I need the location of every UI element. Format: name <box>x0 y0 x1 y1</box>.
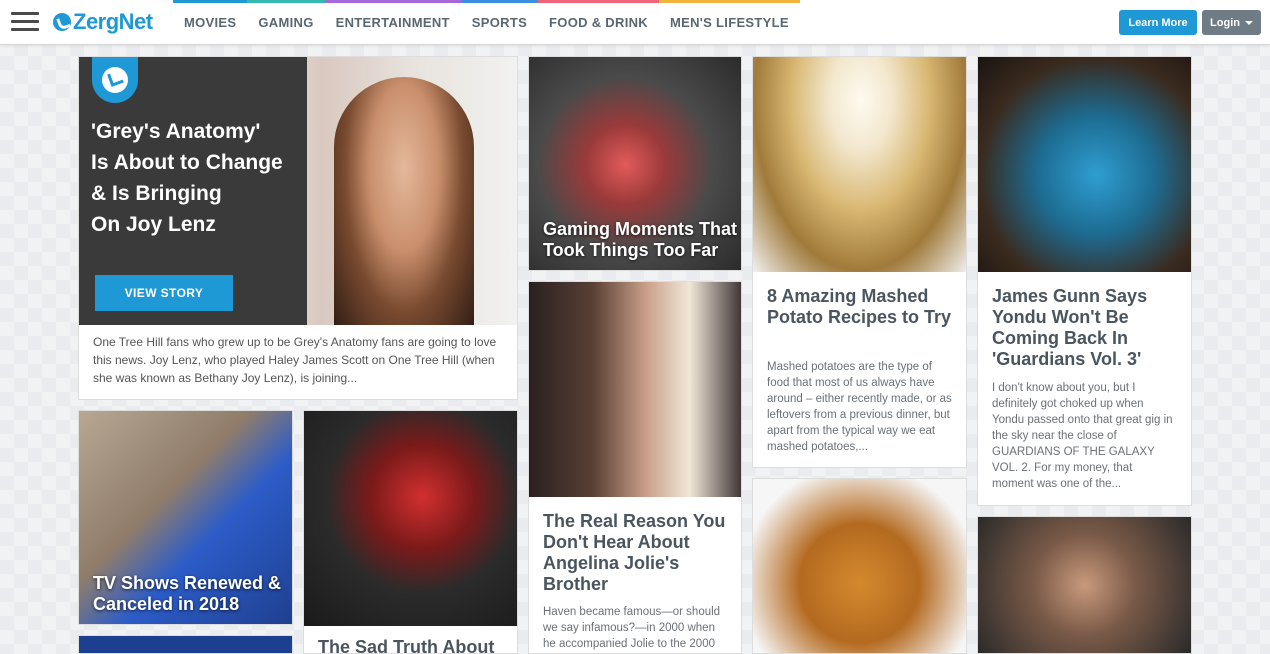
login-button[interactable]: Login <box>1202 10 1261 35</box>
gaming-card[interactable]: Gaming Moments That Took Things Too Far <box>528 56 742 271</box>
zergnet-logo-icon <box>53 13 71 31</box>
hero-title-panel: 'Grey's Anatomy' Is About to Change & Is… <box>79 57 307 325</box>
nav-label: MOVIES <box>184 15 237 30</box>
hero-title-line: Is About to Change <box>91 149 283 176</box>
learn-more-button[interactable]: Learn More <box>1119 10 1197 35</box>
tv-shows-title[interactable]: TV Shows Renewed & Canceled in 2018 <box>93 573 288 615</box>
switch-card[interactable]: The Sad Truth About <box>303 410 518 654</box>
switch-title[interactable]: The Sad Truth About <box>318 637 503 653</box>
yondu-card[interactable]: James Gunn Says Yondu Won't Be Coming Ba… <box>977 56 1192 506</box>
nav-color-bar <box>460 0 539 3</box>
hero-title-line: 'Grey's Anatomy' <box>91 118 261 145</box>
hero-person-graphic <box>334 77 474 325</box>
nav-label: GAMING <box>258 15 314 30</box>
potato-description: Mashed potatoes are the type of food tha… <box>767 361 952 453</box>
hero-title[interactable]: 'Grey's Anatomy' Is About to Change & Is… <box>91 116 311 240</box>
top-bar: ZergNet MOVIES GAMING ENTERTAINMENT SPORTS F… <box>0 0 1270 45</box>
yondu-image[interactable] <box>978 57 1191 272</box>
zergnet-logo[interactable]: ZergNet <box>53 9 153 35</box>
potato-image[interactable] <box>753 57 966 272</box>
login-label: Login <box>1210 16 1240 29</box>
angelina-description: Haven became famous—or should we say inf… <box>543 606 721 650</box>
nav-color-bar <box>173 0 248 3</box>
nav-item-food-drink[interactable]: FOOD & DRINK <box>538 0 659 44</box>
nav-label: MEN'S LIFESTYLE <box>669 15 789 30</box>
yondu-title[interactable]: James Gunn Says Yondu Won't Be Coming Ba… <box>992 286 1177 370</box>
gaming-title[interactable]: Gaming Moments That Took Things Too Far <box>543 219 738 261</box>
logo-text: ZergNet <box>73 9 153 34</box>
hero-card[interactable]: 'Grey's Anatomy' Is About to Change & Is… <box>78 56 518 400</box>
nav-item-movies[interactable]: MOVIES <box>173 0 248 44</box>
hero-title-line: & Is Bringing <box>91 180 222 207</box>
nav-item-gaming[interactable]: GAMING <box>247 0 325 44</box>
nav-color-bar <box>538 0 659 3</box>
chevron-down-icon <box>1244 20 1253 25</box>
zergnet-badge-icon <box>92 57 138 103</box>
nav-label: SPORTS <box>471 15 528 30</box>
menu-icon[interactable] <box>11 12 39 32</box>
nav-item-men-s-lifestyle[interactable]: MEN'S LIFESTYLE <box>658 0 800 44</box>
nav-color-bar <box>658 0 800 3</box>
potato-card[interactable]: 8 Amazing Mashed Potato Recipes to Try M… <box>752 56 967 468</box>
hero-title-line: On Joy Lenz <box>91 211 216 238</box>
nav-item-entertainment[interactable]: ENTERTAINMENT <box>324 0 461 44</box>
nav-item-sports[interactable]: SPORTS <box>460 0 539 44</box>
partial-card[interactable] <box>78 635 293 654</box>
nav-label: ENTERTAINMENT <box>335 15 450 30</box>
tv-shows-card[interactable]: TV Shows Renewed & Canceled in 2018 <box>78 410 293 625</box>
yondu-description: I don't know about you, but I definitely… <box>992 382 1173 490</box>
actor-card[interactable] <box>977 516 1192 654</box>
nav-color-bar <box>324 0 461 3</box>
angelina-card[interactable]: The Real Reason You Don't Hear About Ang… <box>528 281 742 654</box>
casserole-card[interactable] <box>752 478 967 654</box>
angelina-title[interactable]: The Real Reason You Don't Hear About Ang… <box>543 511 727 595</box>
nav-color-bar <box>247 0 325 3</box>
angelina-image[interactable] <box>529 282 741 497</box>
category-nav: MOVIES GAMING ENTERTAINMENT SPORTS FOOD & DR… <box>173 0 800 44</box>
switch-image[interactable] <box>304 411 517 626</box>
hero-description: One Tree Hill fans who grew up to be Gre… <box>93 335 497 385</box>
potato-title[interactable]: 8 Amazing Mashed Potato Recipes to Try <box>767 286 952 328</box>
view-story-button[interactable]: VIEW STORY <box>95 275 233 311</box>
nav-label: FOOD & DRINK <box>549 15 648 30</box>
